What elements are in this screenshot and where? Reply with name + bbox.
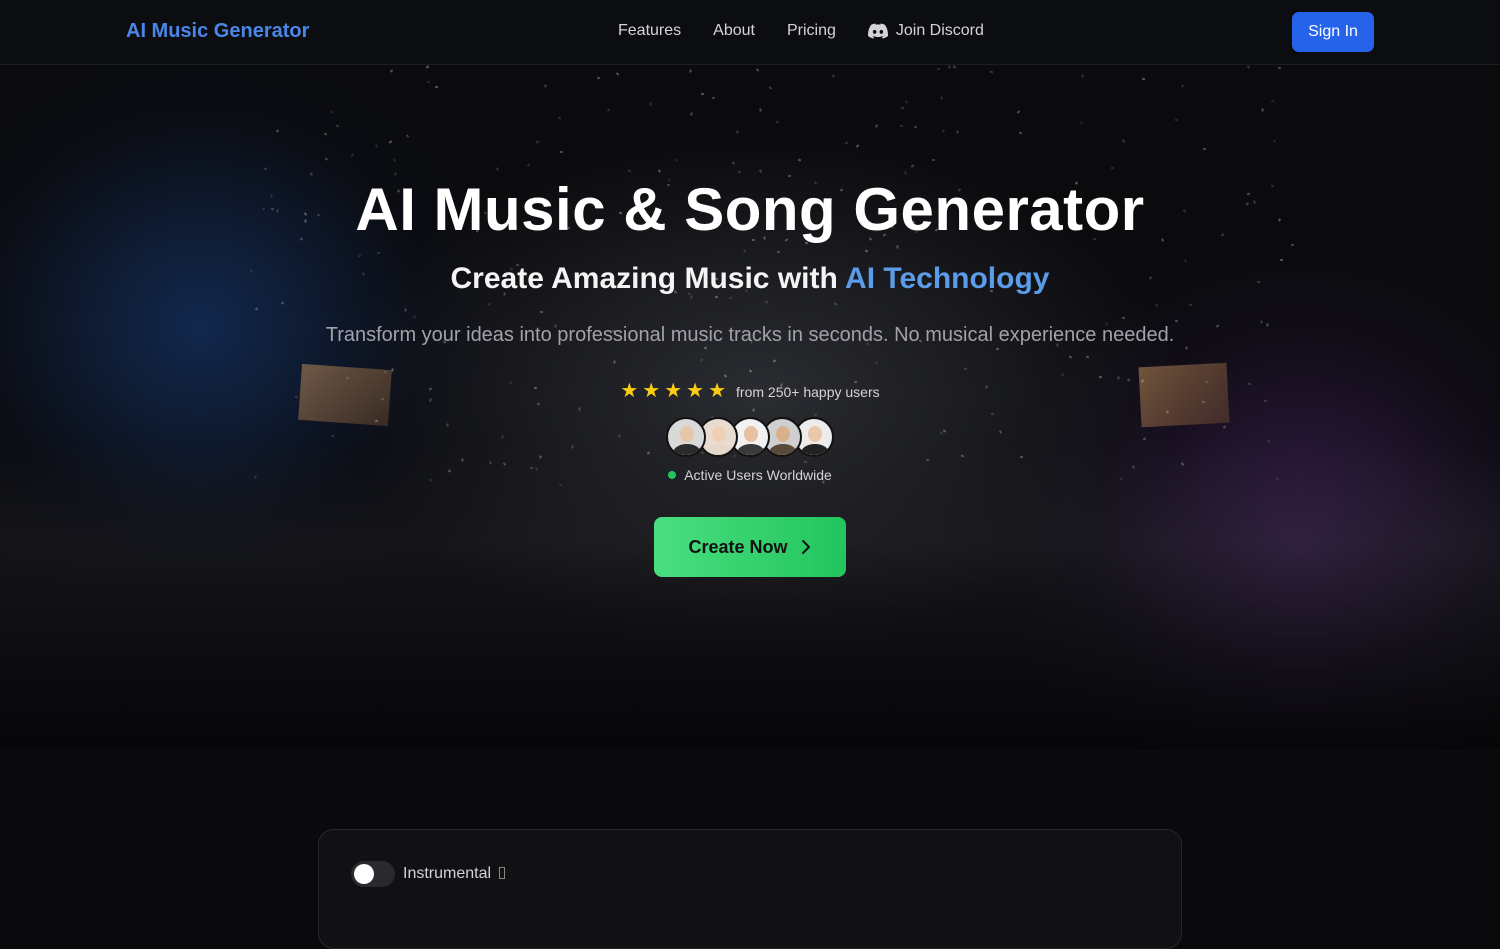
nav-links: Features About Pricing Join Discord	[618, 22, 984, 40]
nav-link-pricing[interactable]: Pricing	[787, 22, 836, 40]
nav-link-about[interactable]: About	[713, 22, 755, 40]
instrumental-toggle[interactable]	[351, 861, 395, 887]
active-users-label: Active Users Worldwide	[684, 467, 832, 483]
hero-section: AI Music & Song Generator Create Amazing…	[0, 65, 1500, 749]
star-icon: ★	[642, 380, 661, 402]
star-icon: ★	[664, 380, 683, 402]
hero-subtitle-accent: AI Technology	[845, 262, 1050, 295]
toggle-knob	[354, 864, 374, 884]
hero-description: Transform your ideas into professional m…	[325, 324, 1175, 346]
top-navbar: AI Music Generator Features About Pricin…	[0, 0, 1500, 65]
nav-link-features[interactable]: Features	[618, 22, 681, 40]
active-users: Active Users Worldwide	[0, 467, 1500, 483]
user-avatars	[666, 417, 834, 457]
user-avatar	[666, 417, 706, 457]
rating-row: ★ ★ ★ ★ ★ from 250+ happy users	[0, 381, 1500, 402]
star-icon: ★	[620, 380, 639, 402]
discord-label: Join Discord	[895, 22, 984, 39]
hero-title: AI Music & Song Generator	[355, 176, 1145, 243]
star-icon: ★	[708, 380, 727, 402]
generator-card: Instrumental	[318, 829, 1182, 949]
create-now-button[interactable]: Create Now	[654, 517, 846, 577]
star-icon: ★	[686, 380, 705, 402]
chevron-right-icon	[801, 540, 810, 554]
nav-link-discord[interactable]: Join Discord	[867, 22, 984, 40]
hero-bg-crowd	[0, 65, 1500, 749]
discord-icon	[867, 23, 888, 39]
sign-in-button[interactable]: Sign In	[1292, 12, 1374, 52]
brand-logo[interactable]: AI Music Generator	[126, 20, 309, 43]
hero-subtitle-prefix: Create Amazing Music with	[450, 262, 846, 295]
instrumental-label: Instrumental	[403, 865, 492, 882]
info-icon[interactable]	[499, 867, 505, 879]
star-rating: ★ ★ ★ ★ ★	[620, 381, 730, 402]
rating-text: from 250+ happy users	[736, 383, 880, 400]
create-now-label: Create Now	[688, 536, 788, 557]
online-dot-icon	[668, 471, 677, 479]
hero-subtitle: Create Amazing Music with AI Technology	[0, 262, 1500, 296]
